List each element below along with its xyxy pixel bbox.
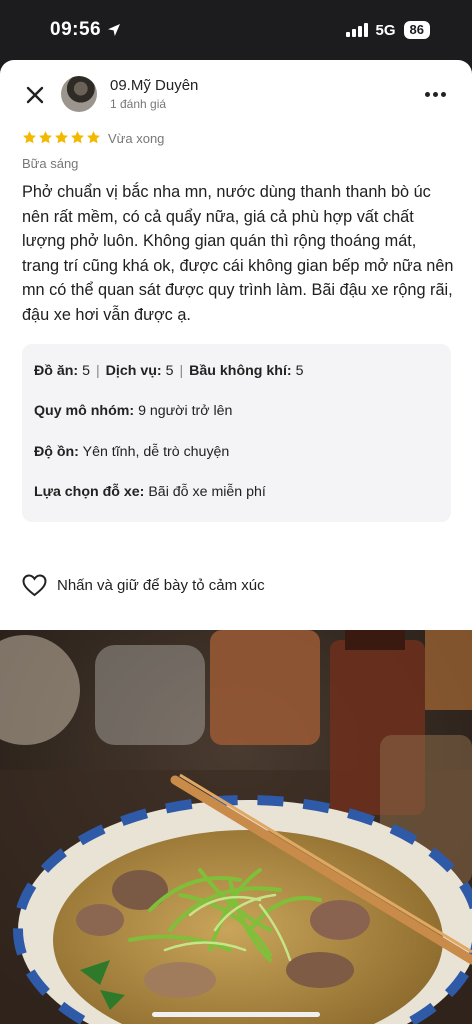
review-sheet: 09.Mỹ Duyên 1 đánh giá Vừa xong Bữa sáng… <box>0 60 472 632</box>
star-icon <box>23 131 36 144</box>
food-label: Đồ ăn: <box>34 363 79 379</box>
pho-bowl-image <box>0 630 472 1024</box>
atmosphere-label: Bầu không khí: <box>189 363 292 379</box>
parking-value: Bãi đỗ xe miễn phí <box>148 484 266 500</box>
atmosphere-value: 5 <box>295 363 304 379</box>
group-label: Quy mô nhóm: <box>34 403 135 419</box>
star-icon <box>71 131 84 144</box>
meal-type: Bữa sáng <box>22 156 79 171</box>
review-details-card: Đồ ăn: 5 | Dịch vụ: 5 | Bầu không khí: 5 Quy… <box>22 344 451 522</box>
review-text: Phở chuẩn vị bắc nha mn, nước dùng thanh… <box>22 183 454 324</box>
heart-icon <box>22 574 47 597</box>
author-review-count: 1 đánh giá <box>110 97 167 111</box>
service-label: Dịch vụ: <box>105 363 162 379</box>
location-arrow-icon <box>108 24 121 36</box>
home-indicator <box>152 1012 320 1017</box>
rating-stars <box>22 130 101 145</box>
ratings-row: Đồ ăn: 5 | Dịch vụ: 5 | Bầu không khí: 5 <box>34 363 304 379</box>
group-value: 9 người trở lên <box>138 403 233 419</box>
status-right: 5G 86 <box>345 21 430 39</box>
reaction-label: Nhấn và giữ để bày tỏ cảm xúc <box>57 577 265 594</box>
status-time: 09:56 <box>50 19 121 41</box>
more-icon[interactable] <box>425 92 446 97</box>
close-icon[interactable] <box>22 82 48 108</box>
author-name[interactable]: 09.Mỹ Duyên <box>110 77 198 94</box>
network-type: 5G <box>375 21 396 39</box>
review-photo[interactable] <box>0 630 472 1024</box>
group-size-row: Quy mô nhóm: 9 người trở lên <box>34 403 232 419</box>
status-bar: 09:56 5G 86 <box>0 0 472 60</box>
noise-value: Yên tĩnh, dễ trò chuyện <box>82 444 230 460</box>
reaction-button[interactable]: Nhấn và giữ để bày tỏ cảm xúc <box>22 574 265 597</box>
food-value: 5 <box>82 363 90 379</box>
battery-indicator: 86 <box>403 21 430 39</box>
review-time: Vừa xong <box>108 131 165 146</box>
signal-icon <box>345 23 368 37</box>
star-icon <box>55 131 68 144</box>
noise-row: Độ ồn: Yên tĩnh, dễ trò chuyện <box>34 444 229 460</box>
star-icon <box>87 131 100 144</box>
star-icon <box>39 131 52 144</box>
noise-label: Độ ồn: <box>34 444 79 460</box>
parking-label: Lựa chọn đỗ xe: <box>34 484 145 500</box>
avatar[interactable] <box>61 76 97 112</box>
parking-row: Lựa chọn đỗ xe: Bãi đỗ xe miễn phí <box>34 484 266 500</box>
